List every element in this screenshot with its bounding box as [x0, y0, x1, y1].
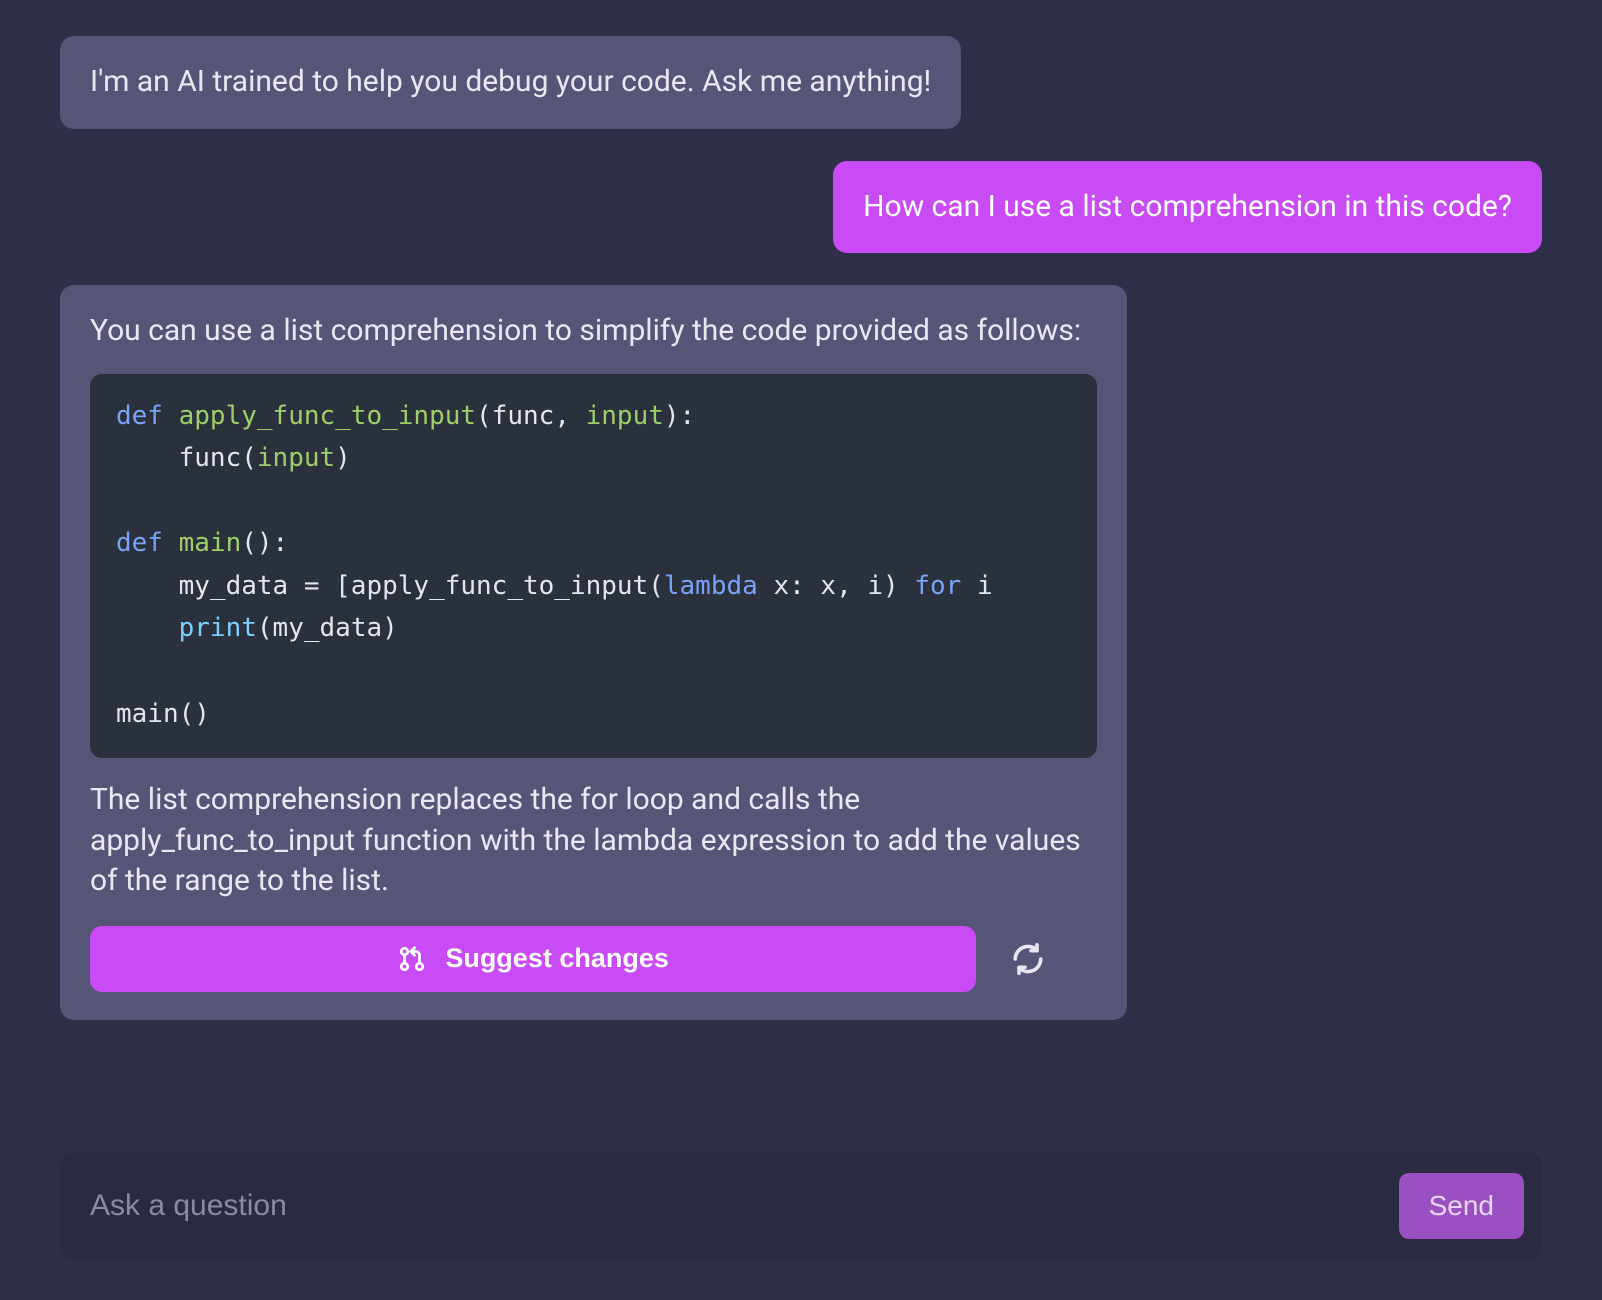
send-label: Send	[1429, 1190, 1494, 1221]
message-intro: You can use a list comprehension to simp…	[90, 311, 1097, 352]
regenerate-button[interactable]	[1004, 935, 1052, 983]
composer-input[interactable]	[90, 1189, 1379, 1223]
message-text: How can I use a list comprehension in th…	[863, 189, 1512, 224]
refresh-icon	[1010, 941, 1046, 977]
message-text: I'm an AI trained to help you debug your…	[90, 64, 931, 99]
message-actions: Suggest changes	[90, 926, 1097, 992]
user-message: How can I use a list comprehension in th…	[833, 161, 1542, 254]
suggest-changes-label: Suggest changes	[445, 943, 669, 974]
code-block[interactable]: def apply_func_to_input(func, input): fu…	[90, 374, 1097, 759]
code-content: def apply_func_to_input(func, input): fu…	[116, 401, 993, 729]
assistant-message: I'm an AI trained to help you debug your…	[60, 36, 961, 129]
chat-message-list: I'm an AI trained to help you debug your…	[60, 36, 1542, 1082]
assistant-message: You can use a list comprehension to simp…	[60, 285, 1127, 1020]
suggest-changes-button[interactable]: Suggest changes	[90, 926, 976, 992]
composer: Send	[60, 1152, 1542, 1260]
send-button[interactable]: Send	[1399, 1173, 1524, 1239]
pull-request-icon	[397, 944, 427, 974]
message-outro: The list comprehension replaces the for …	[90, 780, 1097, 902]
